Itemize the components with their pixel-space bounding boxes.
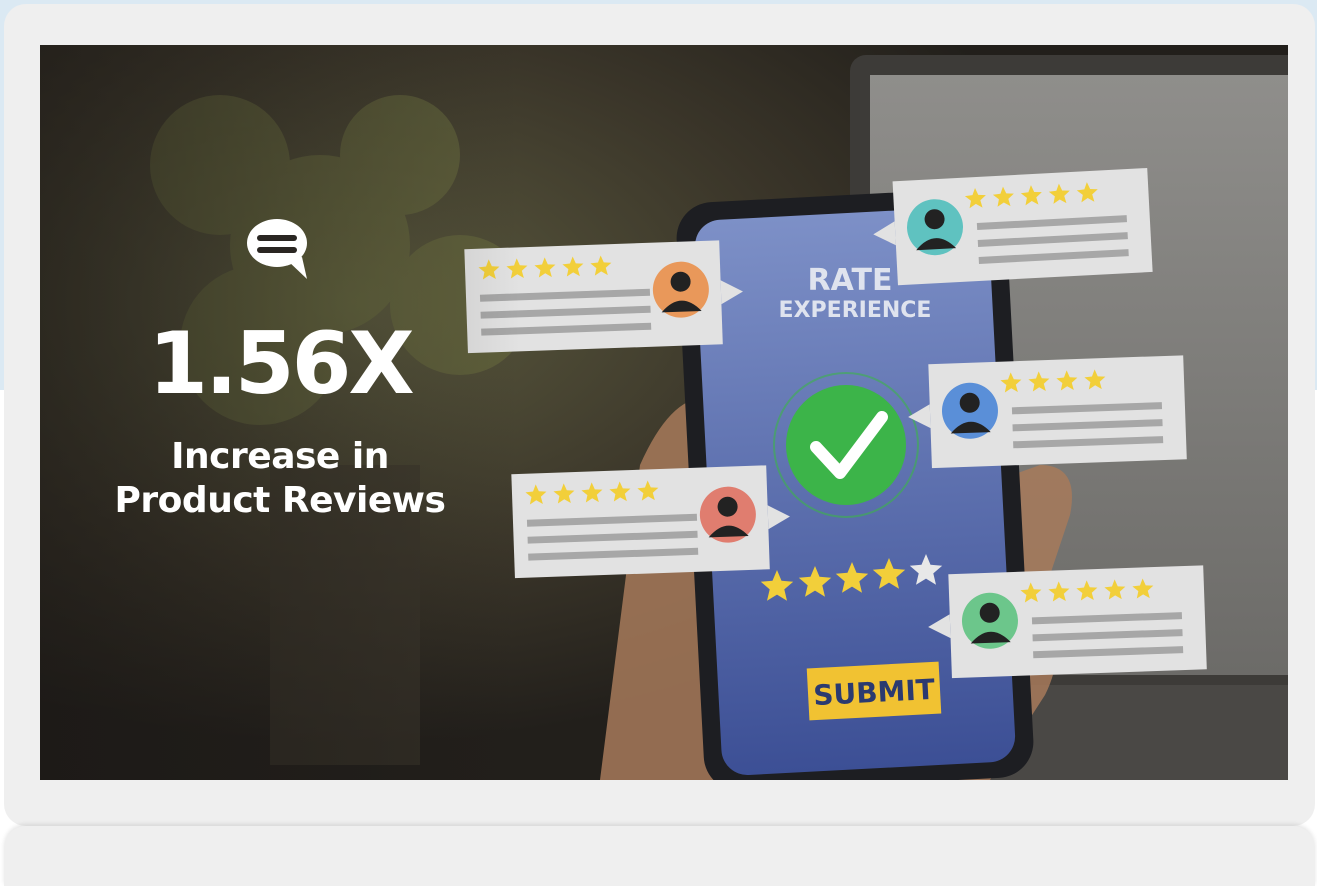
phone-title-line1: RATE bbox=[808, 263, 893, 298]
hero-image: RATE EXPERIENCE SUBMIT 1.56X Increase in… bbox=[40, 45, 1288, 780]
stat-label-line2: Product Reviews bbox=[114, 479, 446, 521]
next-card bbox=[4, 826, 1315, 886]
submit-button[interactable]: SUBMIT bbox=[812, 673, 935, 712]
review-card bbox=[908, 355, 1187, 469]
review-card bbox=[873, 168, 1153, 286]
chat-bubble-icon bbox=[247, 219, 307, 279]
review-card bbox=[928, 565, 1207, 679]
stat-label: Increase in Product Reviews bbox=[80, 435, 480, 523]
phone-title-line2: EXPERIENCE bbox=[779, 298, 932, 323]
stat-label-line1: Increase in bbox=[171, 436, 389, 477]
check-circle-icon bbox=[786, 385, 906, 505]
stat-value: 1.56X bbox=[148, 314, 415, 414]
stat-block: 1.56X Increase in Product Reviews bbox=[80, 215, 480, 523]
review-card bbox=[511, 465, 790, 579]
